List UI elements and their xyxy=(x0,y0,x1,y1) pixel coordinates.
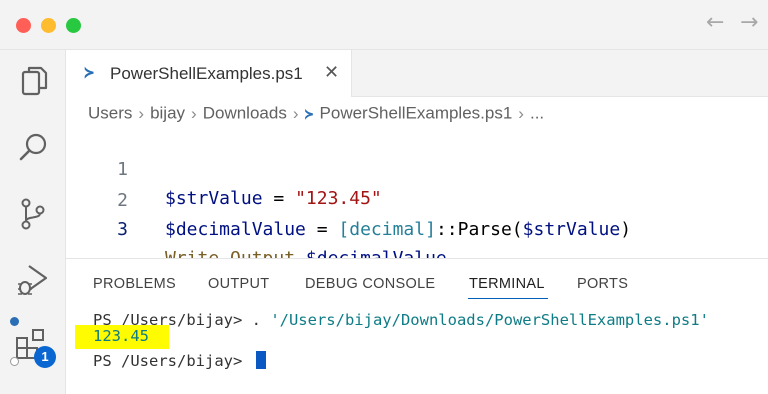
breadcrumb-item-users[interactable]: Users xyxy=(88,104,132,123)
explorer-icon[interactable] xyxy=(13,62,53,102)
tab-output[interactable]: OUTPUT xyxy=(208,276,269,292)
tab-strip: ≻ PowerShellExamples.ps1 ✕ xyxy=(66,50,768,97)
breadcrumb-item-downloads[interactable]: Downloads xyxy=(203,104,287,123)
code-line[interactable]: 2 $decimalValue = [decimal]::Parse($strV… xyxy=(66,157,768,240)
code-token: ::Parse( xyxy=(435,219,523,240)
terminal-output: 123.45 xyxy=(93,327,149,345)
breadcrumb-item-file[interactable]: PowerShellExamples.ps1 xyxy=(320,104,513,123)
chevron-right-icon: › xyxy=(138,103,145,123)
arrow-right-icon[interactable]: → xyxy=(740,10,758,35)
command-success-dot-icon[interactable] xyxy=(10,317,19,326)
code-token: $decimalValue xyxy=(165,219,306,240)
terminal-command: PS /Users/bijay> . '/Users/bijay/Downloa… xyxy=(93,311,709,329)
run-debug-icon[interactable] xyxy=(13,260,53,300)
code-text: $decimalValue = [decimal]::Parse($strVal… xyxy=(165,215,631,244)
powershell-file-icon: ≻ xyxy=(84,63,95,83)
script-path: '/Users/bijay/Downloads/PowerShellExampl… xyxy=(270,311,709,329)
code-token: ) xyxy=(620,219,632,240)
tab-terminal[interactable]: TERMINAL xyxy=(469,276,545,292)
code-token: $strValue xyxy=(522,219,621,240)
prompt: PS /Users/bijay> xyxy=(93,352,252,370)
powershell-file-icon: ≻ xyxy=(304,104,314,123)
arrow-left-icon[interactable]: ← xyxy=(706,10,724,35)
search-icon[interactable] xyxy=(13,128,53,168)
breadcrumb-item-more[interactable]: ... xyxy=(530,104,544,123)
tab-powershell-examples[interactable]: ≻ PowerShellExamples.ps1 ✕ xyxy=(66,50,352,97)
close-icon[interactable]: ✕ xyxy=(324,62,339,83)
terminal-cursor xyxy=(255,351,266,369)
line-number: 3 xyxy=(117,219,128,240)
active-tab-indicator xyxy=(468,298,548,299)
minimize-window-button[interactable] xyxy=(41,18,56,33)
tab-label: PowerShellExamples.ps1 xyxy=(110,64,303,83)
code-line[interactable]: 3 Write-Output $decimalValue xyxy=(66,186,768,269)
maximize-window-button[interactable] xyxy=(66,18,81,33)
source-control-icon[interactable] xyxy=(13,194,53,234)
tab-debug-console[interactable]: DEBUG CONSOLE xyxy=(305,276,435,292)
code-editor[interactable]: 1 $strValue = "123.45" 2 $decimalValue =… xyxy=(66,126,768,269)
code-line[interactable]: 1 $strValue = "123.45" xyxy=(66,126,768,209)
command-pending-dot-icon[interactable] xyxy=(10,357,19,366)
terminal-line[interactable]: PS /Users/bijay> xyxy=(0,351,702,373)
tab-ports[interactable]: PORTS xyxy=(577,276,628,292)
chevron-right-icon: › xyxy=(518,103,524,123)
breadcrumb-item-bijay[interactable]: bijay xyxy=(150,104,185,123)
chevron-right-icon: › xyxy=(292,103,299,123)
code-token: [decimal] xyxy=(338,219,436,240)
code-token: = xyxy=(305,219,339,240)
breadcrumb: Users › bijay › Downloads › ≻ PowerShellExample… xyxy=(88,103,544,125)
chevron-right-icon: › xyxy=(191,103,197,123)
title-bar: ← → xyxy=(0,0,768,50)
close-window-button[interactable] xyxy=(16,18,31,33)
terminal-input[interactable]: PS /Users/bijay> xyxy=(93,351,266,370)
tab-problems[interactable]: PROBLEMS xyxy=(93,276,176,292)
